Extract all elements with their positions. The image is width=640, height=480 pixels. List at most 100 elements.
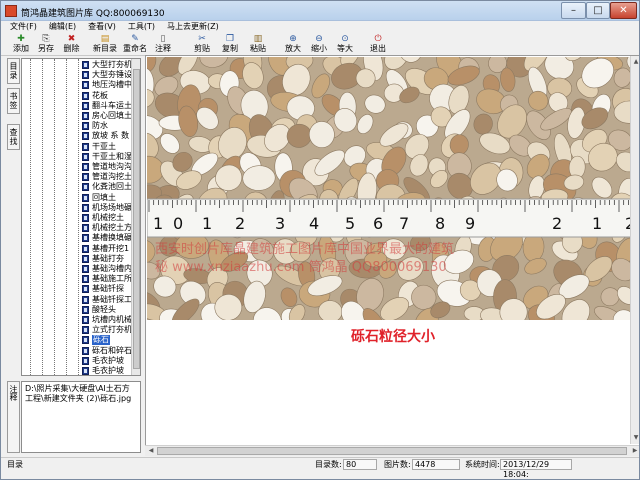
book-icon <box>82 214 89 222</box>
toolbar: ✚ 添加 ⎘ 另存 ✖ 删除 ▤ 新目录 ✎ 重命名 ▯ 注释 ✂ 剪贴 ❐ 复制 ▥ 粘贴 ⊕ 放大 ⊖ 缩小 ⊙ 等大 ⏻ 退… <box>1 33 639 56</box>
toolbar-button-label: 粘贴 <box>250 44 266 53</box>
book-icon <box>82 61 89 69</box>
toolbar-button[interactable]: ✂ 剪贴 <box>188 33 216 56</box>
tree-item[interactable]: 机械挖土方 <box>82 223 132 233</box>
tree-item[interactable]: 基础打夯 <box>82 254 124 264</box>
image-caption: 砾石粒径大小 <box>351 329 435 345</box>
tree-item[interactable]: 基础钎探 <box>82 284 124 294</box>
time-value: 2013/12/29 18:04: <box>500 459 572 479</box>
book-icon <box>82 163 89 171</box>
tree-item-label: 干亚土 <box>92 141 116 151</box>
tree-item-label: 翻斗车运土 <box>92 100 132 110</box>
minimize-button[interactable]: – <box>561 2 586 19</box>
book-icon <box>82 275 89 284</box>
toolbar-button[interactable]: ⊙ 等大 <box>332 33 358 56</box>
image-count-value: 4478 <box>412 459 460 470</box>
tab-bookmarks[interactable]: 书签 <box>7 88 20 114</box>
tree-scrollbar-thumb[interactable] <box>133 69 140 369</box>
book-icon <box>82 91 89 100</box>
close-button[interactable]: ✕ <box>610 2 637 19</box>
gravel-photo-art: 10123456789212 西安时创片库晶建筑施工图片库中国业界最大的建筑 秘… <box>147 57 639 320</box>
toolbar-button[interactable]: ✖ 删除 <box>59 33 84 56</box>
toolbar-button[interactable]: ✎ 重命名 <box>120 33 150 56</box>
tree-item-label: 机械挖土 <box>92 213 124 222</box>
scroll-up-icon[interactable]: ▲ <box>632 57 639 67</box>
tree-item[interactable]: 机械挖土 <box>82 213 124 223</box>
tree-item[interactable]: 毛衣护坡 <box>82 366 124 375</box>
book-icon <box>82 295 89 304</box>
title-bar[interactable]: 筒鸿晶建筑图片库 QQ:800069130 – □ ✕ <box>1 1 639 21</box>
toolbar-button[interactable]: ⎘ 另存 <box>33 33 59 56</box>
toolbar-button[interactable]: ▥ 粘贴 <box>244 33 272 56</box>
tree-item[interactable]: 砾石 <box>82 335 110 346</box>
menu-item[interactable]: 查看(V) <box>85 21 119 33</box>
tree-scrollbar[interactable] <box>131 59 140 375</box>
tab-search[interactable]: 查找 <box>7 124 20 150</box>
toolbar-button-label: 复制 <box>222 44 238 53</box>
directory-tree[interactable]: 大型打夯机大型夯锤设备地压沟槽中基控花板翻斗车运土房心回填土防水放坡 系 数 表… <box>21 58 141 376</box>
paste-icon: ▥ <box>253 34 263 44</box>
book-icon <box>82 254 89 263</box>
viewer-vertical-scrollbar[interactable]: ▲ ▼ <box>630 56 639 444</box>
tree-item[interactable]: 立式打夯机 <box>82 325 132 335</box>
toolbar-button[interactable]: ▯ 注释 <box>150 33 176 56</box>
menu-item[interactable]: 马上去更新(Z) <box>164 21 222 33</box>
tree-item-label: 机械挖土方 <box>92 223 132 233</box>
book-icon <box>82 173 89 182</box>
time-label: 系统时间: <box>465 460 500 469</box>
book-icon <box>82 101 89 110</box>
scroll-down-icon[interactable]: ▼ <box>632 433 639 443</box>
tree-item[interactable]: 干亚土 <box>82 142 116 152</box>
scroll-left-icon[interactable]: ◀ <box>146 446 156 456</box>
toolbar-button[interactable]: ▤ 新目录 <box>90 33 120 56</box>
tree-item-label: 防水 <box>92 121 108 131</box>
tree-item[interactable]: 基槽开挖1 <box>82 244 129 254</box>
tree-item-label: 房心回填土 <box>92 111 132 120</box>
toolbar-button[interactable]: ⊖ 缩小 <box>306 33 332 56</box>
ruler-digit: 4 <box>309 214 319 233</box>
tree-item[interactable]: 翻斗车运土 <box>82 101 132 111</box>
tree-item[interactable]: 防水 <box>82 121 108 131</box>
menu-bar: 文件(F) 编辑(E) 查看(V) 工具(T) 马上去更新(Z) <box>1 21 639 33</box>
image-viewer[interactable]: 10123456789212 西安时创片库晶建筑施工图片库中国业界最大的建筑 秘… <box>145 55 639 445</box>
tree-item[interactable]: 花板 <box>82 91 108 101</box>
tree-item[interactable]: 砾石和碎石 <box>82 346 132 356</box>
tree-item[interactable]: 毛衣护坡 <box>82 356 124 366</box>
app-icon <box>5 5 17 17</box>
ruler-digit: 0 <box>173 214 183 233</box>
toolbar-button[interactable]: ⊕ 放大 <box>280 33 306 56</box>
tree-item-label: 基槽开挖1 <box>92 243 130 253</box>
book-icon <box>82 132 89 141</box>
tree-item-label: 基础钎探 <box>92 284 124 294</box>
tree-item-label: 大型打夯机 <box>92 60 132 69</box>
toolbar-button[interactable]: ⏻ 退出 <box>364 33 392 56</box>
actual-size-icon: ⊙ <box>341 34 349 44</box>
book-icon <box>82 356 89 365</box>
book-icon <box>82 224 89 233</box>
toolbar-button[interactable]: ❐ 复制 <box>216 33 244 56</box>
toolbar-button-label: 另存 <box>38 44 54 53</box>
tree-item[interactable]: 大型打夯机 <box>82 60 132 70</box>
toolbar-button[interactable]: ✚ 添加 <box>9 33 33 56</box>
book-icon <box>82 142 89 151</box>
scroll-right-icon[interactable]: ▶ <box>630 446 639 456</box>
horizontal-scrollbar-thumb[interactable] <box>157 447 627 455</box>
tab-directory[interactable]: 目录 <box>7 58 20 84</box>
tree-item[interactable]: 回填土 <box>82 193 116 203</box>
delete-icon: ✖ <box>67 34 76 44</box>
tree-item[interactable]: 房心回填土 <box>82 111 132 121</box>
tree-item-label: 酸轻头 <box>92 304 116 314</box>
menu-item[interactable]: 工具(T) <box>125 21 158 33</box>
maximize-button[interactable]: □ <box>586 2 610 19</box>
menu-item[interactable]: 文件(F) <box>7 21 40 33</box>
tree-item-label: 基础打夯 <box>92 253 124 263</box>
tree-item[interactable]: 酸轻头 <box>82 305 116 315</box>
ruler-digit: 1 <box>153 214 163 233</box>
tree-item-label: 毛衣护坡 <box>92 366 124 375</box>
exit-icon: ⏻ <box>374 34 382 44</box>
status-left: 目录 <box>7 460 23 469</box>
notes-text[interactable]: D:\照片采集\大硬盘\AI土石方工程\新建文件夹 (2)\砾石.jpg <box>21 381 141 453</box>
viewer-horizontal-scrollbar[interactable]: ◀ ▶ <box>145 445 639 456</box>
dir-count-label: 目录数: <box>315 460 342 469</box>
menu-item[interactable]: 编辑(E) <box>46 21 79 33</box>
